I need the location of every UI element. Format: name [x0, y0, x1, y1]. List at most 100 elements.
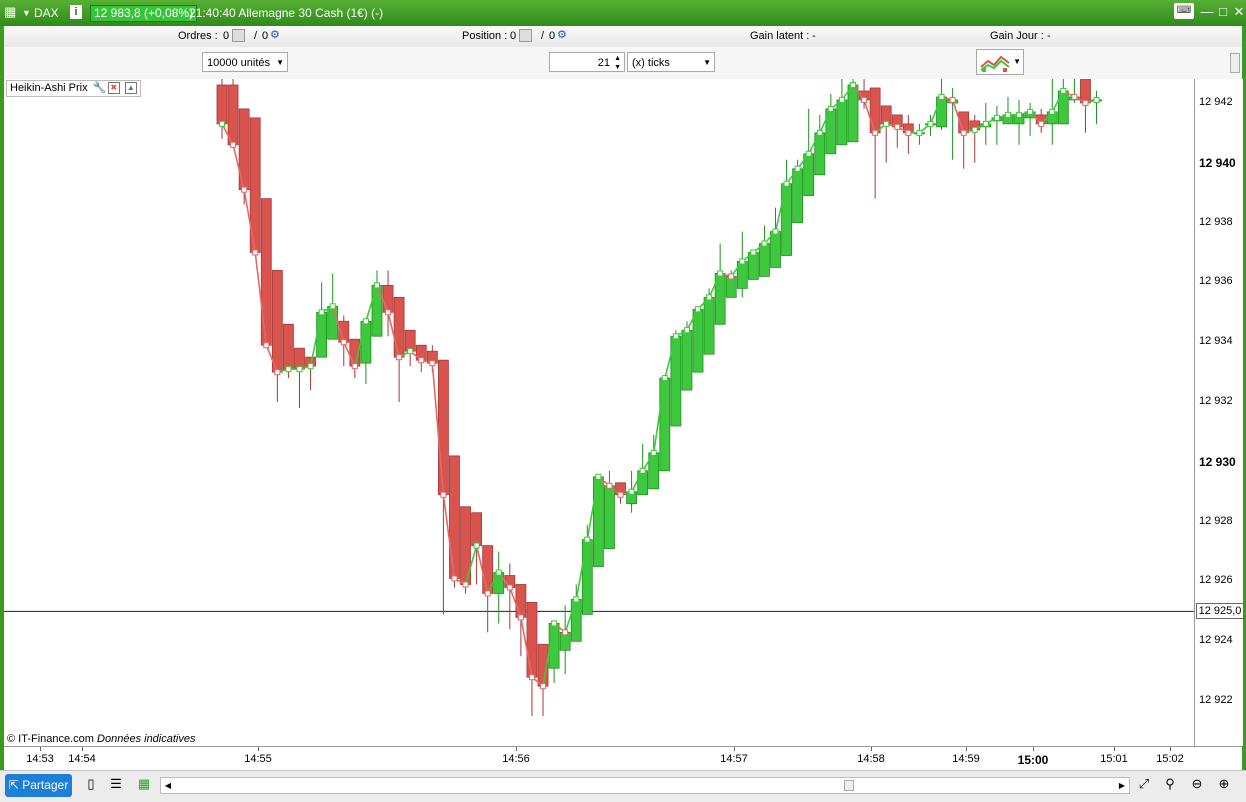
- trading-info-bar: Ordres : 0 / 0 ⚙ Position : 0 / 0 ⚙ Gain…: [4, 26, 1242, 48]
- close-icon[interactable]: ✕: [1230, 4, 1246, 20]
- close-marker: [362, 318, 369, 325]
- candle-body: [692, 308, 704, 373]
- time-axis-tick: [871, 747, 872, 751]
- indicators-icon[interactable]: ▦: [136, 776, 152, 792]
- symbol-dropdown-icon[interactable]: ▼: [22, 8, 31, 18]
- close-marker: [1004, 111, 1011, 118]
- candle-body: [294, 347, 305, 370]
- position-gear-icon[interactable]: ⚙: [557, 28, 567, 41]
- time-axis-tick: [40, 747, 41, 751]
- candle-body: [271, 270, 283, 373]
- close-marker: [728, 273, 735, 280]
- close-marker: [628, 488, 635, 495]
- close-marker: [318, 309, 325, 316]
- close-marker: [827, 105, 834, 112]
- candle-body: [659, 377, 671, 472]
- candle-body: [227, 84, 239, 146]
- wrench-icon[interactable]: 🔧: [93, 83, 107, 94]
- chart-window-icon[interactable]: ▦: [4, 4, 16, 20]
- close-marker: [883, 120, 890, 127]
- info-icon[interactable]: i: [70, 5, 82, 19]
- scrollbar-thumb[interactable]: [844, 780, 854, 791]
- day-gain-value: -: [1047, 30, 1051, 42]
- chart-type-button[interactable]: ▼: [976, 49, 1024, 75]
- ticks-stepper[interactable]: 21 ▲ ▼: [549, 52, 625, 72]
- unrealized-gain-label: Gain latent :: [750, 30, 810, 42]
- close-marker: [540, 683, 547, 690]
- close-marker: [672, 333, 679, 340]
- ticks-unit-select[interactable]: (x) ticks ▼: [627, 52, 715, 72]
- orders-close-icon[interactable]: [232, 29, 245, 42]
- close-marker: [230, 141, 237, 148]
- close-marker: [894, 123, 901, 130]
- vertical-splitter-handle[interactable]: [1230, 53, 1240, 73]
- close-marker: [982, 120, 989, 127]
- close-marker: [595, 473, 602, 480]
- candle-body: [604, 485, 615, 549]
- candle-body: [747, 252, 759, 280]
- candle-body: [770, 231, 781, 268]
- close-marker: [949, 96, 956, 103]
- time-axis-label: 14:54: [68, 753, 96, 765]
- stepper-arrows-icon[interactable]: ▲ ▼: [614, 54, 621, 72]
- close-marker: [938, 93, 945, 100]
- keyboard-icon[interactable]: ⌨: [1174, 3, 1194, 19]
- scroll-right-icon[interactable]: ▶: [1115, 778, 1129, 793]
- chevron-down-icon[interactable]: ▼: [1013, 57, 1021, 66]
- close-marker: [1060, 87, 1067, 94]
- close-marker: [462, 581, 469, 588]
- move-up-icon[interactable]: ▲: [124, 82, 137, 95]
- symbol-label[interactable]: DAX: [34, 6, 59, 20]
- copyright-text: © IT-Finance.com: [7, 733, 94, 745]
- time-axis-tick: [1170, 747, 1171, 751]
- indicator-name: Heikin-Ashi Prix: [10, 82, 88, 94]
- candle-body: [260, 198, 272, 346]
- candle-body: [437, 359, 449, 496]
- close-marker: [1016, 111, 1023, 118]
- close-marker: [1038, 120, 1045, 127]
- close-marker: [639, 467, 646, 474]
- price-axis-label: 12 942: [1199, 95, 1233, 108]
- close-marker: [761, 240, 768, 247]
- price-axis-label: 12 924: [1199, 634, 1233, 647]
- chevron-down-icon[interactable]: ▼: [703, 53, 711, 73]
- candle-body: [283, 323, 294, 370]
- position-close-icon[interactable]: [519, 29, 532, 42]
- close-marker: [396, 354, 403, 361]
- time-axis-tick: [1114, 747, 1115, 751]
- close-marker: [263, 342, 270, 349]
- remove-indicator-icon[interactable]: ✖: [107, 82, 120, 95]
- close-marker: [750, 249, 757, 256]
- candle-body: [725, 276, 737, 298]
- close-marker: [650, 449, 657, 456]
- candle-body: [803, 153, 815, 197]
- window-title-bar[interactable]: ▦ ▼ DAX i 12 983,8 (+0,08%) 21:40:40 All…: [0, 0, 1246, 26]
- horizontal-scrollbar[interactable]: ◀ ▶: [160, 777, 1130, 794]
- close-marker: [241, 186, 248, 193]
- candle-body: [936, 96, 947, 128]
- price-chart-area[interactable]: [4, 79, 1194, 746]
- close-marker: [329, 303, 336, 310]
- zoom-out-icon[interactable]: ⊖: [1189, 776, 1205, 792]
- price-axis-label: 12 928: [1199, 514, 1233, 527]
- share-button[interactable]: ⇱ Partager: [5, 774, 72, 797]
- price-axis[interactable]: 12 942 12 940 12 938 12 936 12 934 12 932 12 9…: [1194, 79, 1244, 746]
- time-axis-tick: [82, 747, 83, 751]
- zoom-in-icon[interactable]: ⊕: [1216, 776, 1232, 792]
- candle-body: [869, 87, 881, 134]
- candlestick-icon[interactable]: ▯: [83, 776, 99, 792]
- list-icon[interactable]: ☰: [108, 776, 124, 792]
- close-marker: [805, 150, 812, 157]
- time-axis[interactable]: 14:53 14:54 14:55 14:56 14:57 14:58 14:59 15:00…: [4, 746, 1242, 771]
- time-axis-label: 14:57: [720, 753, 748, 765]
- close-marker: [794, 165, 801, 172]
- chevron-down-icon[interactable]: ▼: [276, 53, 284, 73]
- zoom-fit-icon[interactable]: ⚲: [1162, 776, 1178, 792]
- price-axis-label: 12 938: [1199, 215, 1233, 228]
- units-select[interactable]: 10000 unités ▼: [202, 52, 288, 72]
- close-marker: [506, 584, 513, 591]
- scroll-left-icon[interactable]: ◀: [161, 778, 175, 793]
- close-marker: [573, 596, 580, 603]
- autoscale-icon[interactable]: ⤢: [1136, 776, 1152, 792]
- orders-gear-icon[interactable]: ⚙: [270, 28, 280, 41]
